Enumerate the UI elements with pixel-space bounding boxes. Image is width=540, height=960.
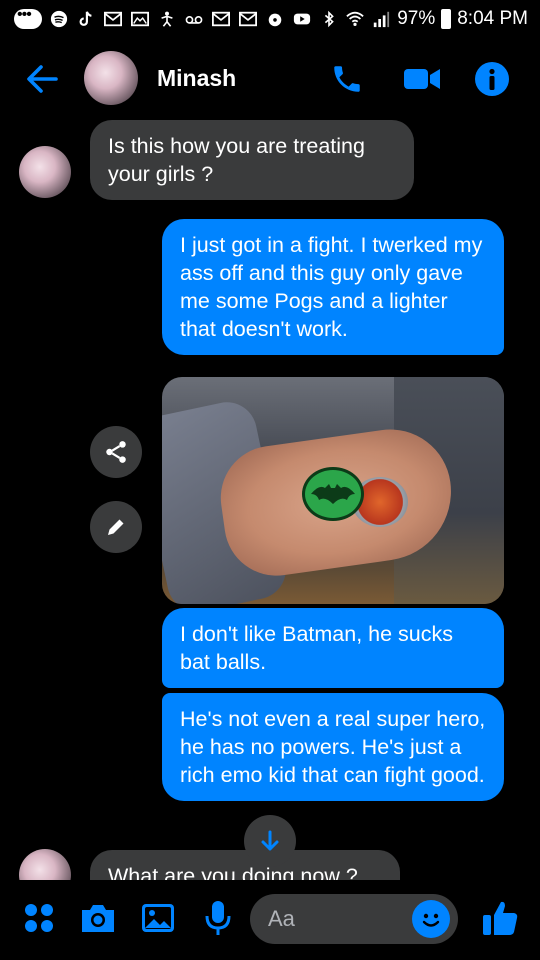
message-bubble-outgoing[interactable]: He's not even a real super hero, he has … (162, 693, 504, 801)
email-icon (131, 11, 149, 27)
more-notifications-icon (14, 6, 42, 29)
share-icon (106, 441, 126, 463)
photo-attachment[interactable] (162, 377, 504, 604)
conversation-header: Minash (0, 45, 540, 115)
message-bubble-incoming[interactable]: Is this how you are treating your girls … (90, 120, 414, 200)
four-dots-icon (25, 904, 53, 932)
batman-pog-image (302, 467, 364, 521)
voicemail-icon (185, 16, 203, 24)
thumbs-up-icon (483, 901, 518, 935)
video-call-button[interactable] (402, 59, 442, 99)
message-composer (0, 880, 540, 960)
more-actions-button[interactable] (17, 896, 61, 940)
camera-button[interactable] (76, 896, 120, 940)
share-button[interactable] (90, 426, 142, 478)
mail-icon-2 (239, 11, 257, 27)
smiley-icon (417, 905, 445, 933)
tiktok-icon (79, 11, 92, 26)
microphone-icon (205, 901, 231, 935)
scroll-to-bottom-button[interactable] (244, 815, 296, 867)
wifi-icon (346, 11, 364, 27)
message-bubble-outgoing[interactable]: I just got in a fight. I twerked my ass … (162, 219, 504, 355)
info-icon (475, 62, 509, 96)
call-button[interactable] (327, 59, 367, 99)
arrow-down-icon (261, 830, 279, 851)
image-icon (142, 904, 174, 932)
gallery-button[interactable] (136, 896, 180, 940)
info-button[interactable] (472, 59, 512, 99)
battery-icon (441, 9, 452, 29)
battery-percent: 97% (397, 8, 436, 29)
youtube-icon (293, 13, 311, 25)
message-bubble-incoming[interactable]: What are you doing now ? (90, 850, 400, 880)
status-bar: 97% 8:04 PM (0, 0, 540, 38)
phone-icon (334, 66, 360, 92)
back-button[interactable] (22, 59, 62, 99)
arrow-left-icon (27, 65, 58, 93)
system-icons: 97% 8:04 PM (319, 8, 528, 30)
contact-name[interactable]: Minash (157, 65, 236, 92)
spotify-icon (50, 10, 68, 28)
bluetooth-icon (325, 10, 334, 28)
notification-icons (14, 6, 312, 29)
pencil-icon (108, 519, 124, 535)
sender-avatar[interactable] (19, 146, 71, 198)
message-bubble-outgoing[interactable]: I don't like Batman, he sucks bat balls. (162, 608, 504, 688)
gmail-icon (104, 11, 122, 27)
sender-avatar[interactable] (19, 849, 71, 880)
edit-button[interactable] (90, 501, 142, 553)
signal-icon (374, 11, 390, 28)
contact-avatar[interactable] (84, 51, 138, 105)
like-button[interactable] (478, 896, 522, 940)
mail-icon (212, 11, 230, 27)
alarm-icon (268, 13, 282, 27)
activity-icon (161, 11, 173, 27)
video-camera-icon (404, 69, 440, 89)
voice-record-button[interactable] (196, 896, 240, 940)
emoji-button[interactable] (412, 900, 450, 938)
camera-icon (82, 905, 114, 932)
clock: 8:04 PM (457, 8, 528, 29)
